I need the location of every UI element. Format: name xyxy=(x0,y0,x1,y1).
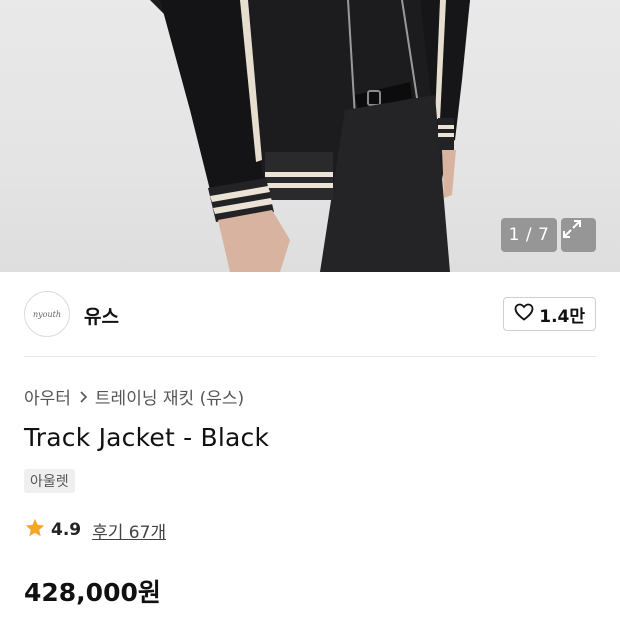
star-icon xyxy=(24,517,46,543)
product-price: 428,000원 xyxy=(24,578,161,607)
brand-row: nyouth 유스 1.4만 xyxy=(24,291,596,337)
brand-name[interactable]: 유스 xyxy=(84,302,119,329)
reviews-link[interactable]: 후기 67개 xyxy=(92,518,166,543)
breadcrumb: 아우터 트레이닝 재킷 (유스) xyxy=(24,384,244,409)
brand-logo[interactable]: nyouth xyxy=(24,291,70,337)
outlet-badge: 아울렛 xyxy=(24,469,75,493)
brand-logo-text: nyouth xyxy=(32,309,61,319)
heart-icon xyxy=(514,303,534,325)
image-counter: 1 / 7 xyxy=(501,218,557,252)
breadcrumb-item-category[interactable]: 트레이닝 재킷 (유스) xyxy=(95,384,244,409)
rating-row: 4.9 후기 67개 xyxy=(24,517,166,543)
like-count: 1.4만 xyxy=(539,306,585,327)
expand-button[interactable] xyxy=(561,218,596,252)
product-title: Track Jacket - Black xyxy=(24,423,270,452)
chevron-right-icon xyxy=(78,390,88,404)
product-image[interactable]: 1 / 7 xyxy=(0,0,620,272)
rating-value: 4.9 xyxy=(51,520,82,540)
like-button[interactable]: 1.4만 xyxy=(503,297,596,331)
divider xyxy=(24,356,596,357)
breadcrumb-item-outer[interactable]: 아우터 xyxy=(24,384,71,409)
